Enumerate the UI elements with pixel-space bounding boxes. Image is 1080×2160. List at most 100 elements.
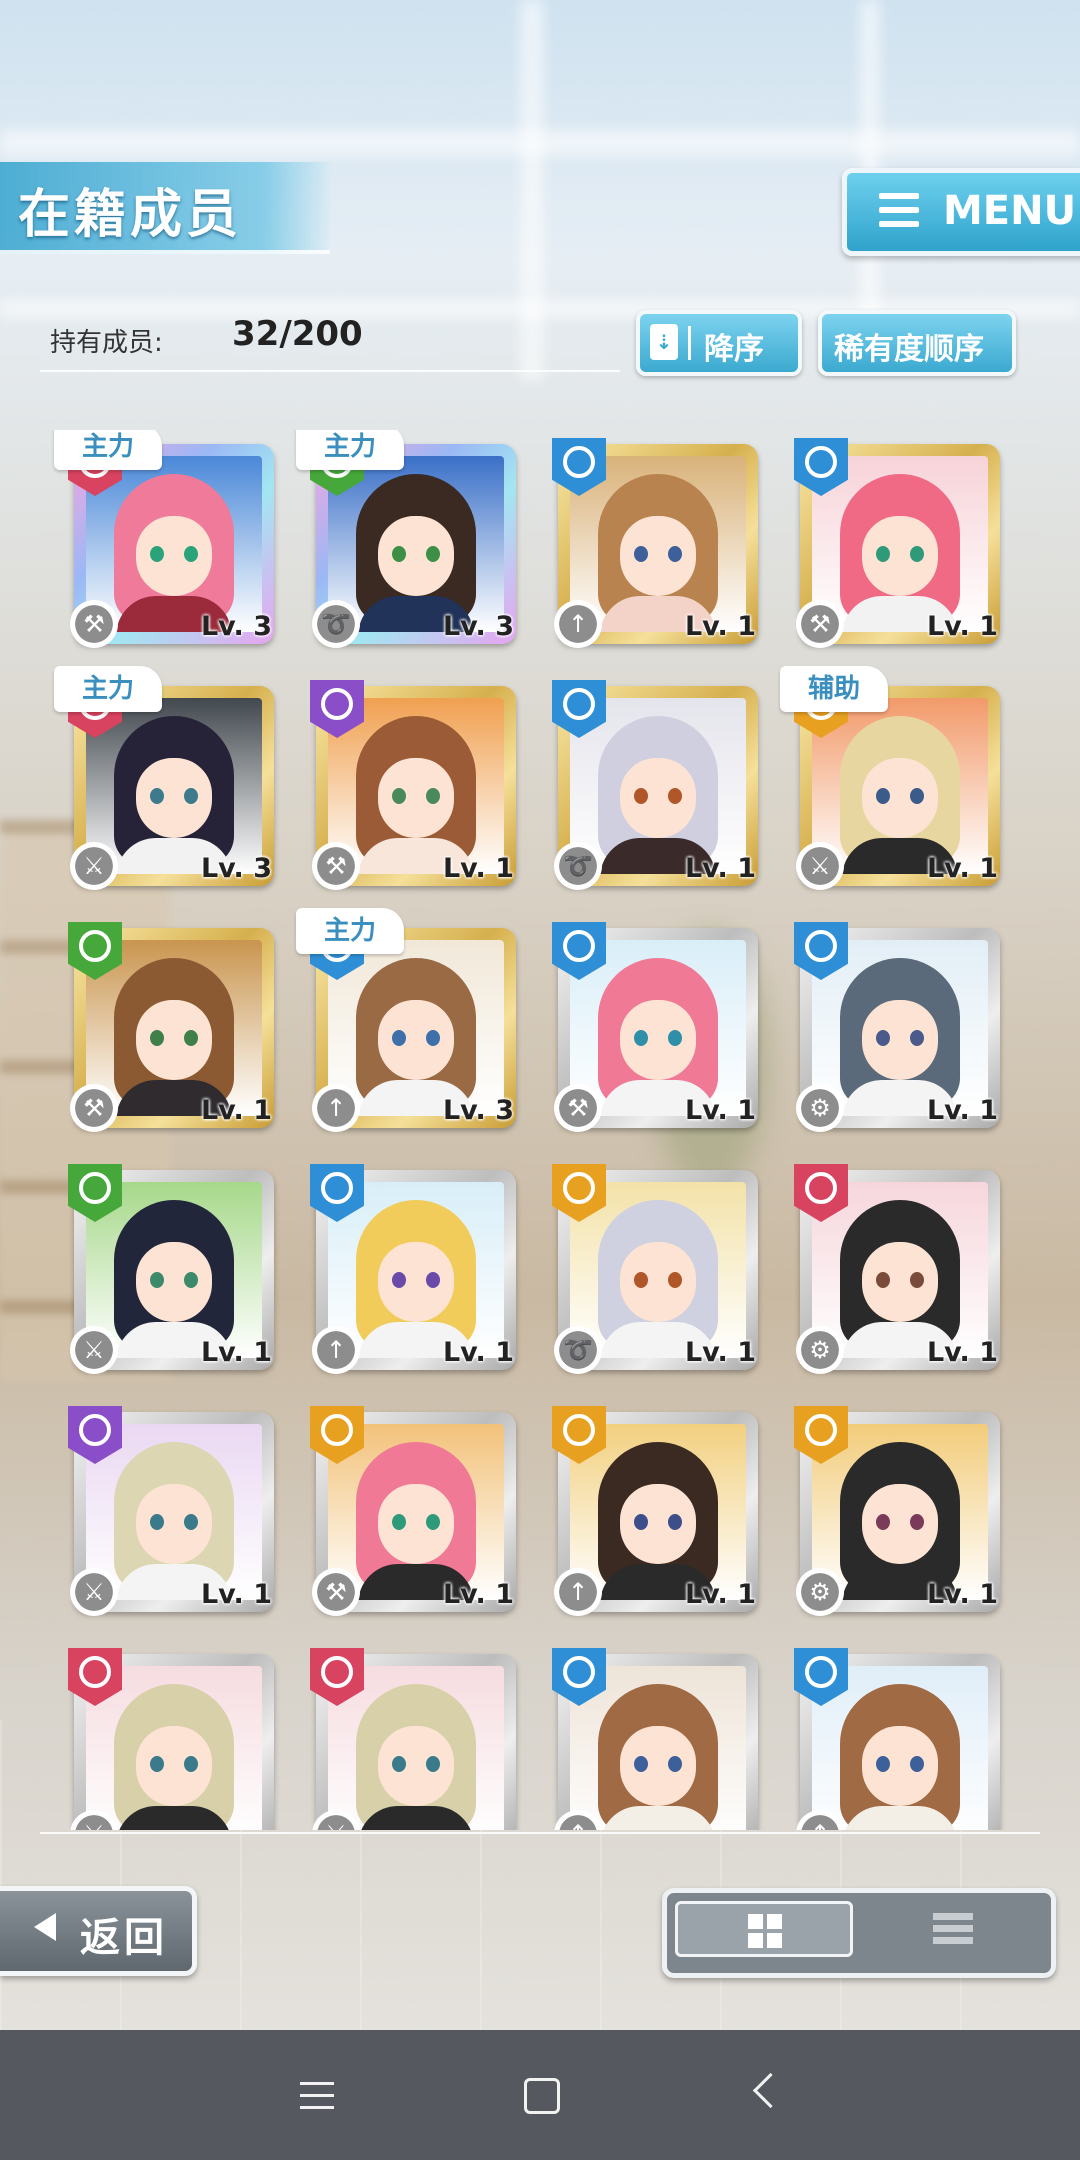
member-card[interactable]: ↑ Lv. 1 — [310, 1164, 516, 1374]
member-card[interactable]: ⚔ — [68, 1648, 274, 1830]
portrait-eye — [426, 546, 440, 562]
member-card[interactable]: ➰ Lv. 1 — [552, 680, 758, 890]
sword-icon: ⚔ — [70, 1326, 118, 1374]
member-card[interactable]: ➰ Lv. 1 — [552, 1164, 758, 1374]
member-level: Lv. 1 — [442, 853, 514, 884]
sort-order-label: 降序 — [704, 332, 764, 367]
spear-icon: ↑ — [554, 600, 602, 648]
portrait-eye — [392, 1514, 406, 1530]
member-card[interactable]: ↑ — [794, 1648, 1000, 1830]
sort-rarity-button[interactable]: 稀有度顺序 — [818, 310, 1016, 376]
member-card[interactable]: ⚙ Lv. 1 — [794, 922, 1000, 1132]
portrait-eye — [634, 1514, 648, 1530]
member-level: Lv. 3 — [442, 611, 514, 642]
member-level: Lv. 1 — [684, 1095, 756, 1126]
portrait-eye — [876, 788, 890, 804]
portrait-face — [378, 1484, 454, 1564]
member-card[interactable]: ↑ Lv. 1 — [552, 438, 758, 648]
portrait-eye — [634, 788, 648, 804]
spear-icon: ↑ — [312, 1326, 360, 1374]
menu-button[interactable]: MENU — [842, 168, 1080, 256]
member-card[interactable]: ➰ Lv. 3 主力 — [296, 430, 516, 648]
spear-icon: ↑ — [554, 1568, 602, 1616]
portrait-eye — [876, 546, 890, 562]
hammer-icon: ⚒ — [554, 1084, 602, 1132]
member-level: Lv. 1 — [684, 1579, 756, 1610]
member-card[interactable]: ⚒ Lv. 3 主力 — [54, 430, 274, 648]
member-level: Lv. 3 — [200, 611, 272, 642]
member-level: Lv. 1 — [926, 611, 998, 642]
member-card[interactable]: ⚒ Lv. 1 — [552, 922, 758, 1132]
member-level: Lv. 1 — [200, 1095, 272, 1126]
member-level: Lv. 3 — [200, 853, 272, 884]
member-card[interactable]: ⚙ Lv. 1 — [794, 1164, 1000, 1374]
list-view-button[interactable] — [863, 1901, 1041, 1957]
portrait-eye — [668, 1514, 682, 1530]
member-level: Lv. 1 — [200, 1337, 272, 1368]
member-card[interactable]: ⚒ Lv. 1 — [794, 438, 1000, 648]
member-level: Lv. 1 — [684, 1337, 756, 1368]
view-toggle — [662, 1888, 1056, 1978]
member-card[interactable]: ⚙ Lv. 1 — [794, 1406, 1000, 1616]
sort-order-button[interactable]: ⇣ 降序 — [636, 310, 802, 376]
grid-view-button[interactable] — [675, 1901, 853, 1957]
whip-icon: ➰ — [554, 1326, 602, 1374]
member-card[interactable]: ⚔ Lv. 1 — [68, 1406, 274, 1616]
member-card[interactable]: ⚒ Lv. 1 — [68, 922, 274, 1132]
portrait-eye — [634, 546, 648, 562]
portrait-face — [136, 1242, 212, 1322]
role-tag: 主力 — [54, 430, 162, 470]
portrait-eye — [392, 1030, 406, 1046]
portrait-face — [620, 1242, 696, 1322]
portrait-face — [378, 516, 454, 596]
separator — [688, 326, 691, 360]
role-tag: 主力 — [54, 666, 162, 712]
role-tag: 主力 — [296, 430, 404, 470]
member-card[interactable]: ⚔ Lv. 1 辅助 — [780, 666, 1000, 890]
portrait-eye — [634, 1272, 648, 1288]
hamburger-icon — [879, 193, 919, 227]
portrait-eye — [184, 1756, 198, 1772]
sword-icon: ⚔ — [70, 1568, 118, 1616]
divider — [40, 370, 620, 372]
recent-apps-icon[interactable] — [300, 2082, 334, 2118]
member-card[interactable]: ↑ Lv. 3 主力 — [296, 908, 516, 1132]
portrait-eye — [876, 1030, 890, 1046]
member-card[interactable]: ⚔ Lv. 3 主力 — [54, 666, 274, 890]
portrait-eye — [634, 1756, 648, 1772]
role-tag: 主力 — [296, 908, 404, 954]
portrait-eye — [150, 1514, 164, 1530]
member-level: Lv. 3 — [442, 1095, 514, 1126]
member-card[interactable]: ⚒ Lv. 1 — [310, 1406, 516, 1616]
gear-icon: ⚙ — [796, 1326, 844, 1374]
member-level: Lv. 1 — [926, 1337, 998, 1368]
member-card[interactable]: ⚔ Lv. 1 — [68, 1164, 274, 1374]
page-title: 在籍成员 — [18, 185, 243, 245]
portrait-face — [862, 758, 938, 838]
portrait-eye — [426, 788, 440, 804]
portrait-eye — [426, 1756, 440, 1772]
page-title-bar: 在籍成员 — [0, 162, 330, 254]
portrait-eye — [634, 1030, 648, 1046]
spear-icon: ↑ — [312, 1084, 360, 1132]
portrait-eye — [426, 1272, 440, 1288]
hammer-icon: ⚒ — [312, 1568, 360, 1616]
portrait-eye — [150, 788, 164, 804]
home-icon[interactable] — [524, 2078, 560, 2114]
portrait-face — [620, 516, 696, 596]
portrait-face — [620, 1726, 696, 1806]
portrait-face — [378, 1000, 454, 1080]
portrait-eye — [876, 1272, 890, 1288]
portrait-eye — [876, 1756, 890, 1772]
portrait-face — [136, 1000, 212, 1080]
member-card[interactable]: ⚒ Lv. 1 — [310, 680, 516, 890]
back-icon[interactable] — [752, 2072, 789, 2109]
member-card[interactable]: ↑ — [552, 1648, 758, 1830]
member-card[interactable]: ⚔ — [310, 1648, 516, 1830]
portrait-eye — [150, 1030, 164, 1046]
member-card[interactable]: ↑ Lv. 1 — [552, 1406, 758, 1616]
portrait-eye — [392, 1756, 406, 1772]
back-button[interactable]: 返回 — [0, 1886, 197, 1976]
member-level: Lv. 1 — [684, 853, 756, 884]
member-level: Lv. 1 — [200, 1579, 272, 1610]
